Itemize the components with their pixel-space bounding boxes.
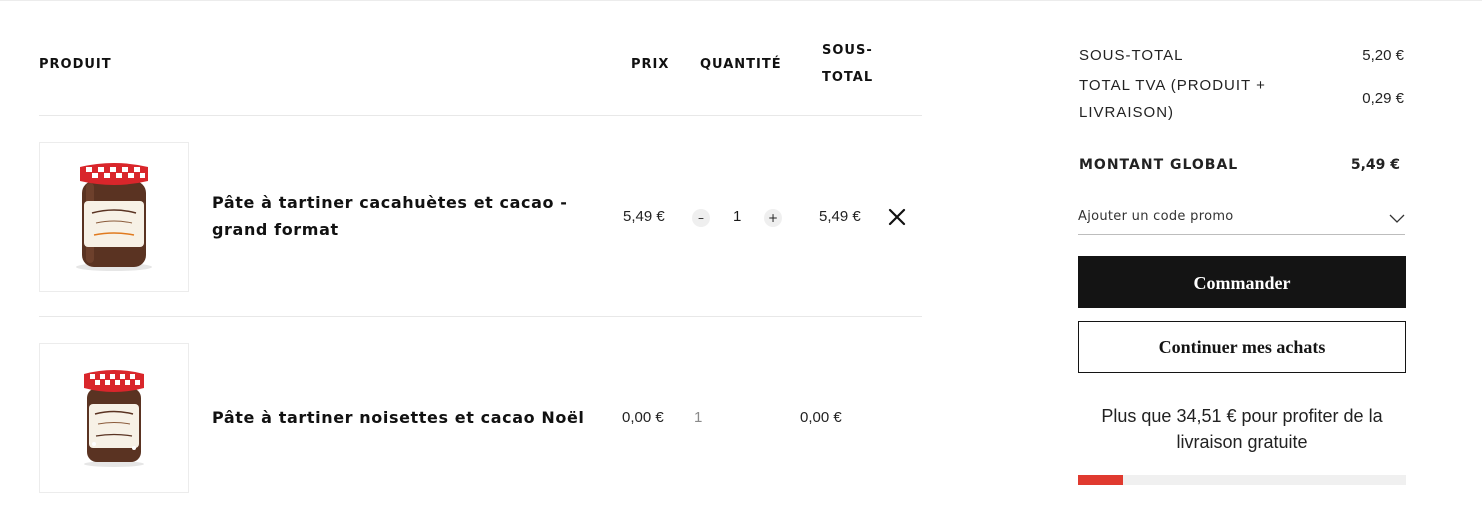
product-price: 0,00 € bbox=[622, 409, 664, 426]
summary-tva-label: TOTAL TVA (PRODUIT + LIVRAISON) bbox=[1079, 77, 1266, 121]
product-subtotal: 5,49 € bbox=[819, 208, 861, 225]
product-subtotal: 0,00 € bbox=[800, 409, 842, 426]
product-name-link[interactable]: Pâte à tartiner noisettes et cacao Noël bbox=[212, 404, 592, 431]
summary-total-label: MONTANT GLOBAL bbox=[1079, 157, 1239, 173]
continue-shopping-button[interactable]: Continuer mes achats bbox=[1078, 321, 1406, 373]
free-shipping-message: Plus que 34,51 € pour profiter de la liv… bbox=[1101, 406, 1383, 452]
quantity-increase-button[interactable]: + bbox=[764, 209, 782, 227]
free-shipping-progress-fill bbox=[1078, 475, 1123, 485]
summary-total-value: 5,49 € bbox=[1350, 157, 1400, 173]
product-name-link[interactable]: Pâte à tartiner cacahuètes et cacao - gr… bbox=[212, 189, 572, 243]
free-shipping-progress-bar bbox=[1078, 475, 1406, 485]
product-image-hazelnut-spread[interactable] bbox=[39, 343, 189, 493]
product-image-peanut-spread[interactable] bbox=[39, 142, 189, 292]
column-header-quantity: QUANTITÉ bbox=[700, 57, 782, 72]
summary-subtotal-label: SOUS-TOTAL bbox=[1079, 47, 1184, 64]
product-price: 5,49 € bbox=[623, 208, 665, 225]
promo-code-toggle[interactable]: Ajouter un code promo bbox=[1078, 205, 1405, 235]
promo-code-label: Ajouter un code promo bbox=[1078, 209, 1234, 224]
chevron-down-icon[interactable] bbox=[1389, 209, 1405, 223]
cart-page: PRODUIT PRIX QUANTITÉ SOUS-TOTAL Pâte à … bbox=[0, 0, 1482, 517]
order-button[interactable]: Commander bbox=[1078, 256, 1406, 308]
top-divider bbox=[0, 0, 1482, 1]
column-header-product: PRODUIT bbox=[39, 57, 112, 72]
close-icon[interactable] bbox=[886, 206, 908, 228]
column-header-subtotal: SOUS-TOTAL bbox=[822, 43, 874, 85]
quantity-value: 1 bbox=[694, 409, 703, 426]
summary-tva-value: 0,29 € bbox=[1362, 90, 1404, 107]
quantity-value[interactable]: 1 bbox=[733, 207, 741, 227]
summary-subtotal-value: 5,20 € bbox=[1362, 47, 1404, 64]
row-divider bbox=[39, 316, 922, 317]
row-divider bbox=[39, 115, 922, 116]
column-header-price: PRIX bbox=[631, 57, 670, 72]
quantity-decrease-button[interactable]: – bbox=[692, 209, 710, 227]
